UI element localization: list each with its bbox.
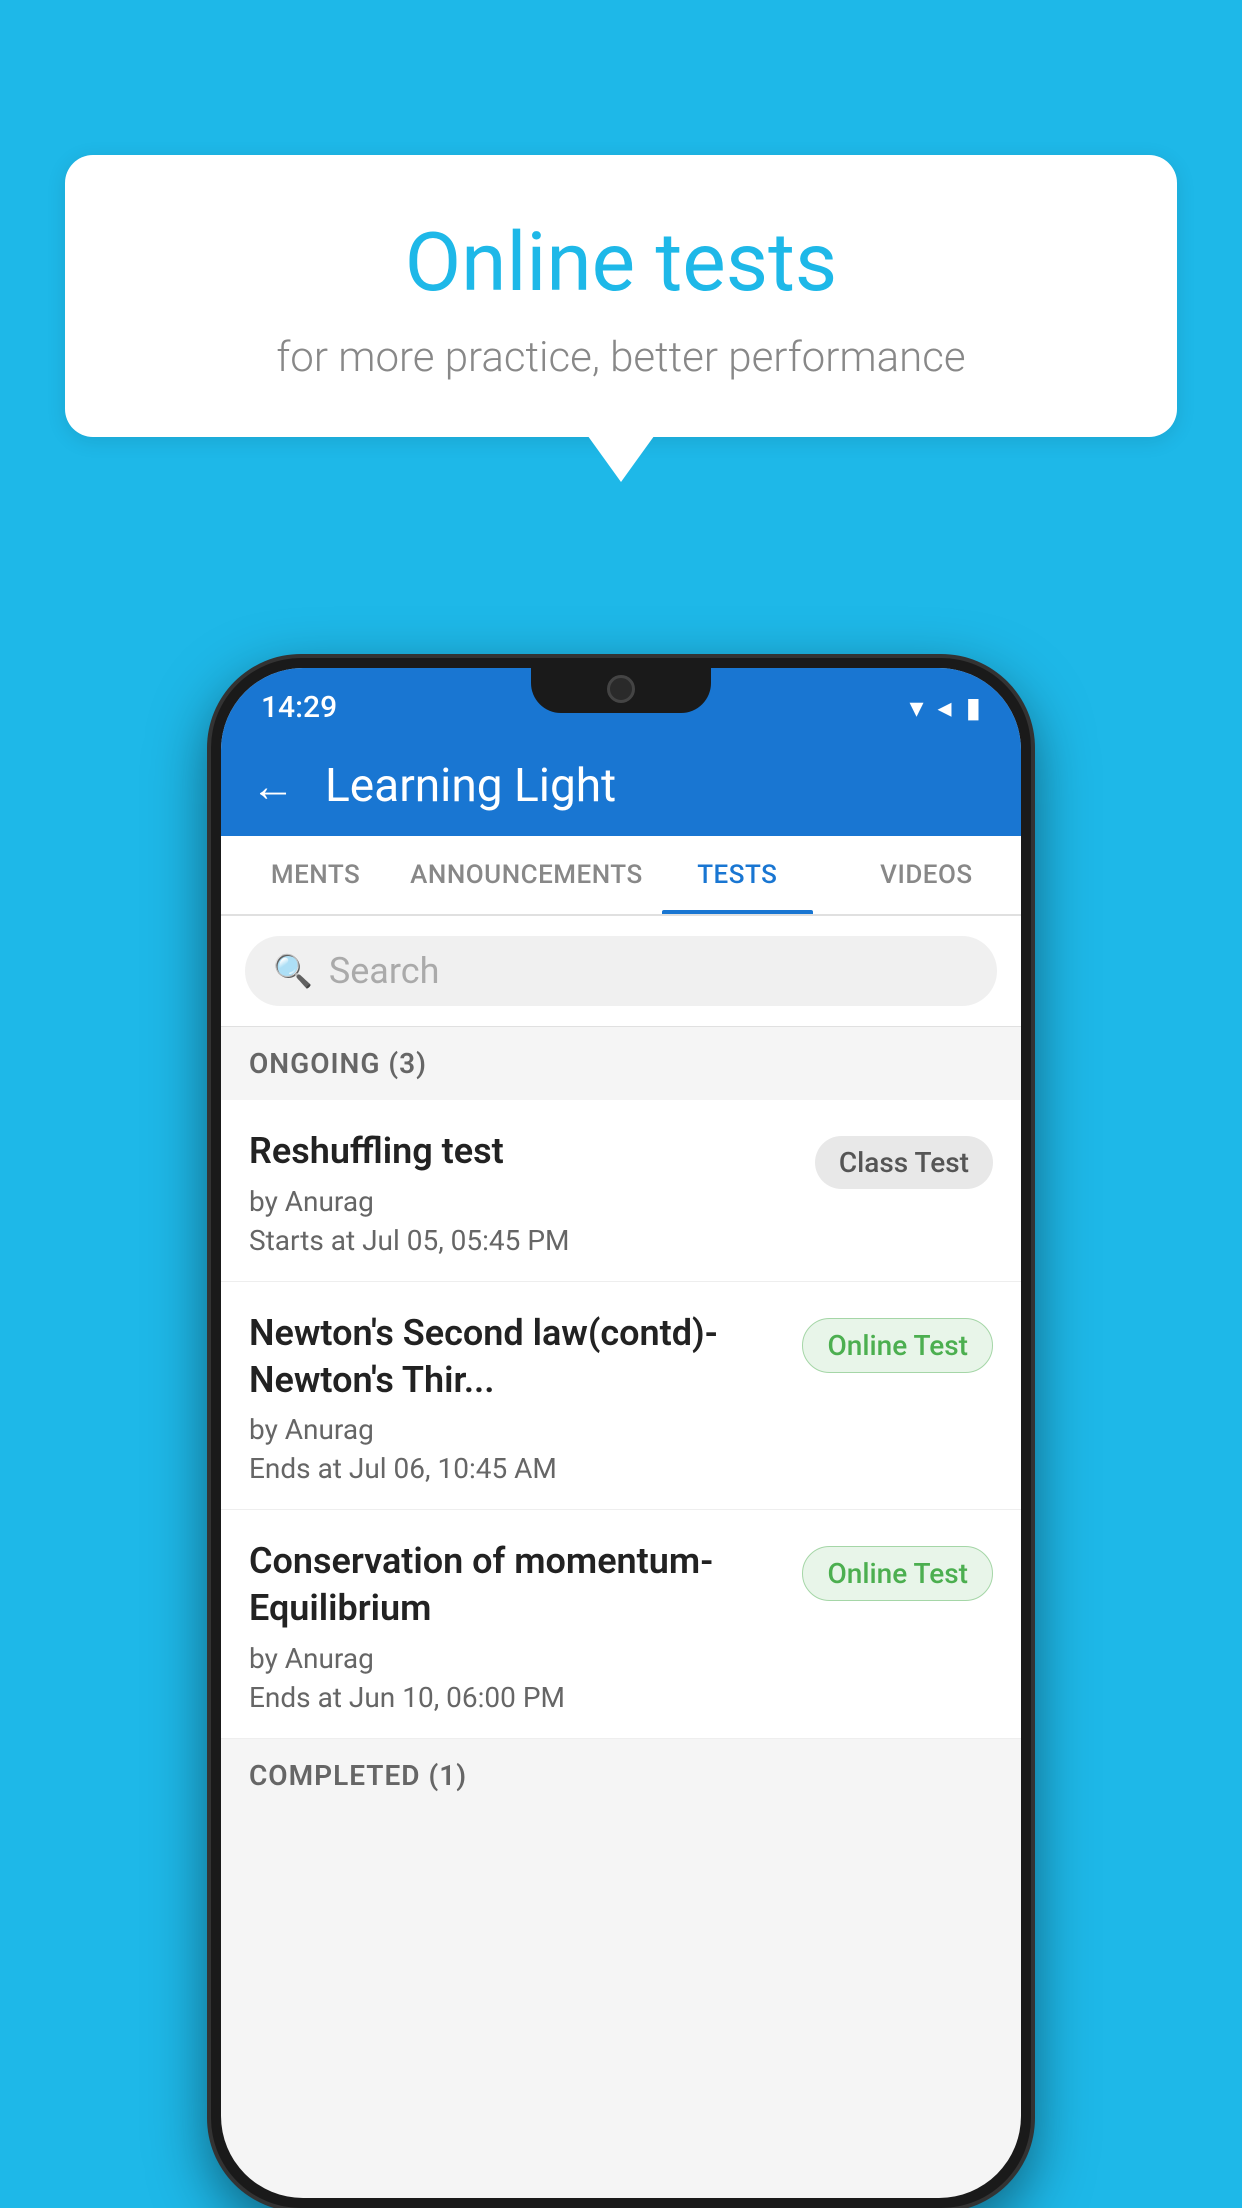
back-arrow-icon[interactable]: ← — [251, 760, 295, 812]
test-item[interactable]: Reshuffling test by Anurag Starts at Jul… — [221, 1100, 1021, 1282]
tab-ments[interactable]: MENTS — [221, 836, 410, 914]
search-box[interactable]: 🔍 Search — [245, 936, 997, 1006]
tab-videos[interactable]: VIDEOS — [832, 836, 1021, 914]
test-info: Reshuffling test by Anurag Starts at Jul… — [249, 1128, 815, 1257]
tab-announcements[interactable]: ANNOUNCEMENTS — [410, 836, 643, 914]
test-author: by Anurag — [249, 1642, 782, 1675]
phone-outer: 14:29 ▾ ◂ ▮ ← Learning Light MENTS ANNOU… — [211, 658, 1031, 2208]
phone-frame: 14:29 ▾ ◂ ▮ ← Learning Light MENTS ANNOU… — [211, 658, 1031, 2208]
status-icons: ▾ ◂ ▮ — [909, 691, 981, 724]
app-bar: ← Learning Light — [221, 736, 1021, 836]
speech-bubble-container: Online tests for more practice, better p… — [65, 155, 1177, 437]
speech-bubble-title: Online tests — [135, 215, 1107, 311]
search-icon: 🔍 — [273, 952, 313, 990]
test-item[interactable]: Conservation of momentum-Equilibrium by … — [221, 1510, 1021, 1739]
test-date: Starts at Jul 05, 05:45 PM — [249, 1224, 795, 1257]
tabs-bar: MENTS ANNOUNCEMENTS TESTS VIDEOS — [221, 836, 1021, 916]
test-author: by Anurag — [249, 1413, 782, 1446]
app-title: Learning Light — [325, 759, 616, 813]
ongoing-section-header: ONGOING (3) — [221, 1027, 1021, 1100]
test-name: Conservation of momentum-Equilibrium — [249, 1538, 782, 1632]
test-author: by Anurag — [249, 1185, 795, 1218]
speech-bubble-subtitle: for more practice, better performance — [135, 333, 1107, 382]
test-date: Ends at Jul 06, 10:45 AM — [249, 1452, 782, 1485]
test-name: Reshuffling test — [249, 1128, 795, 1175]
test-name: Newton's Second law(contd)-Newton's Thir… — [249, 1310, 782, 1404]
wifi-icon: ▾ — [909, 691, 923, 724]
phone-notch — [531, 658, 711, 713]
test-badge-online: Online Test — [802, 1318, 993, 1373]
test-item[interactable]: Newton's Second law(contd)-Newton's Thir… — [221, 1282, 1021, 1511]
search-placeholder: Search — [329, 950, 440, 992]
completed-section-header: COMPLETED (1) — [221, 1739, 1021, 1812]
test-badge-online: Online Test — [802, 1546, 993, 1601]
test-date: Ends at Jun 10, 06:00 PM — [249, 1681, 782, 1714]
test-info: Newton's Second law(contd)-Newton's Thir… — [249, 1310, 802, 1486]
speech-bubble: Online tests for more practice, better p… — [65, 155, 1177, 437]
search-container: 🔍 Search — [221, 916, 1021, 1027]
phone-screen: 14:29 ▾ ◂ ▮ ← Learning Light MENTS ANNOU… — [221, 668, 1021, 2198]
test-info: Conservation of momentum-Equilibrium by … — [249, 1538, 802, 1714]
tab-tests[interactable]: TESTS — [643, 836, 832, 914]
status-time: 14:29 — [261, 690, 337, 725]
test-badge-class: Class Test — [815, 1136, 993, 1189]
battery-icon: ▮ — [966, 691, 981, 724]
signal-icon: ◂ — [938, 691, 952, 724]
test-list: Reshuffling test by Anurag Starts at Jul… — [221, 1100, 1021, 1739]
